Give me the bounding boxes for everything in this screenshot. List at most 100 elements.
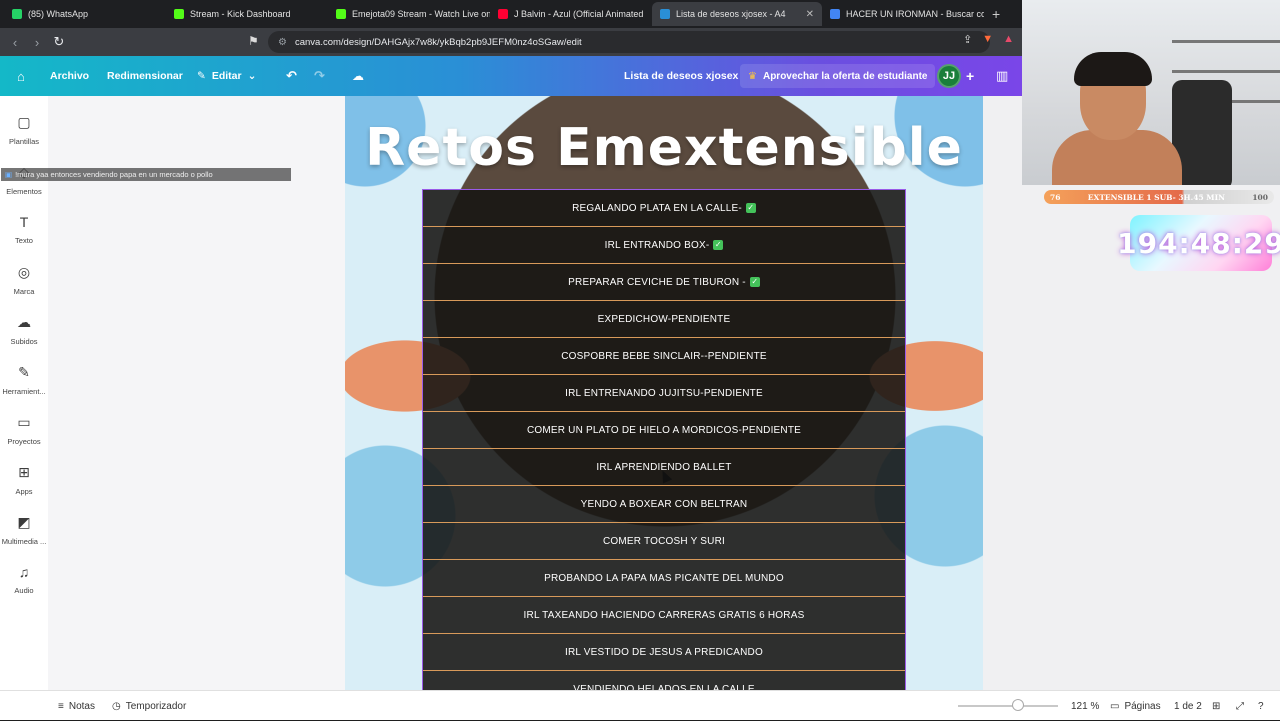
share-icon[interactable]: ⇪ — [963, 33, 972, 46]
tab-label: (85) WhatsApp — [28, 9, 89, 19]
file-menu-button[interactable]: Archivo — [50, 56, 89, 96]
home-icon[interactable]: ⌂ — [17, 56, 25, 96]
document-title[interactable]: Lista de deseos xjosex — [624, 56, 738, 96]
challenge-text: COMER UN PLATO DE HIELO A MORDICOS-PENDI… — [526, 424, 802, 436]
site-info-icon[interactable]: ⚙ — [278, 37, 287, 48]
edit-mode-button[interactable]: ✎ Editar ⌄ — [197, 56, 256, 96]
sidebar-icon: ♫ — [18, 564, 30, 580]
sidebar-item-label: Elementos — [6, 187, 42, 196]
sidebar-item-subidos[interactable]: ☁ Subidos — [0, 314, 48, 346]
sub-goal-current: 76 — [1050, 192, 1061, 202]
browser-tab[interactable]: (85) WhatsApp — [4, 2, 166, 26]
page-counter: 1 de 2 — [1174, 700, 1202, 712]
challenge-text: IRL TAXEANDO HACIENDO CARRERAS GRATIS 6 … — [523, 609, 805, 621]
challenge-text: COSPOBRE BEBE SINCLAIR--PENDIENTE — [561, 350, 767, 362]
bookmark-icon[interactable]: ⚑ — [248, 34, 259, 48]
user-avatar[interactable]: JJ — [937, 64, 961, 88]
challenge-row[interactable]: COMER UN PLATO DE HIELO A MORDICOS-PENDI… — [423, 412, 905, 449]
challenges-table[interactable]: REGALANDO PLATA EN LA CALLE- ✓ IRL ENTRAND… — [422, 189, 906, 690]
sidebar-item-plantillas[interactable]: ▢ Plantillas — [0, 114, 48, 146]
challenge-row[interactable]: IRL VESTIDO DE JESUS A PREDICANDO — [423, 634, 905, 671]
sidebar-item-herramient[interactable]: ✎ Herramient... — [0, 364, 48, 396]
browser-tab[interactable]: HACER UN IRONMAN - Buscar con G — [822, 2, 984, 26]
chevron-down-icon: ⌄ — [247, 70, 257, 82]
extension-icons: ⇪ ▼ ▲ — [963, 33, 1014, 46]
sidebar-item-proyectos[interactable]: ▭ Proyectos — [0, 414, 48, 446]
sidebar-item-apps[interactable]: ⊞ Apps — [0, 464, 48, 496]
design-page[interactable]: Retos Emextensible REGALANDO PLATA EN LA… — [345, 96, 983, 690]
student-offer-button[interactable]: ♛ Aprovechar la oferta de estudiante — [740, 64, 936, 88]
challenge-row[interactable]: IRL TAXEANDO HACIENDO CARRERAS GRATIS 6 … — [423, 597, 905, 634]
challenge-row[interactable]: YENDO A BOXEAR CON BELTRAN — [423, 486, 905, 523]
challenge-row[interactable]: PREPARAR CEVICHE DE TIBURON - ✓ — [423, 264, 905, 301]
add-collaborator-icon[interactable]: + — [966, 56, 974, 96]
sidebar-icon: ⊞ — [18, 464, 30, 480]
sidebar-item-label: Plantillas — [8, 137, 39, 146]
zoom-level[interactable]: 121 % — [1071, 691, 1099, 721]
pages-label: Páginas — [1124, 700, 1161, 712]
shelf — [1172, 40, 1280, 43]
tab-favicon-icon — [498, 9, 508, 19]
challenge-row[interactable]: IRL ENTRENANDO JUJITSU-PENDIENTE — [423, 375, 905, 412]
browser-tab[interactable]: Stream - Kick Dashboard — [166, 2, 328, 26]
tab-favicon-icon — [830, 9, 840, 19]
undo-icon[interactable]: ↶ — [286, 56, 297, 96]
tab-label: Emejota09 Stream - Watch Live on K — [352, 9, 490, 19]
sidebar-item-multimedia[interactable]: ◩ Multimedia ... — [0, 514, 48, 546]
challenge-row[interactable]: COMER TOCOSH Y SURI — [423, 523, 905, 560]
tab-label: Stream - Kick Dashboard — [190, 9, 291, 19]
forward-icon[interactable]: › — [26, 35, 48, 50]
side-panel — [48, 96, 345, 690]
sidebar-item-marca[interactable]: ◎ Marca — [0, 264, 48, 296]
timer-button[interactable]: ◷ Temporizador — [112, 691, 186, 721]
sub-goal-bar: 76 EXTENSIBLE 1 SUB- 3H.45 MIN 100 — [1044, 190, 1274, 204]
challenge-row[interactable]: VENDIENDO HELADOS EN LA CALLE — [423, 671, 905, 691]
tab-close-icon[interactable]: ✕ — [806, 9, 814, 20]
notes-label: Notas — [68, 700, 95, 712]
design-title[interactable]: Retos Emextensible — [345, 118, 983, 178]
challenge-text: PROBANDO LA PAPA MAS PICANTE DEL MUNDO — [544, 572, 784, 584]
url-field[interactable]: ⚙ canva.com/design/DAHGAjx7w8k/ykBqb2pb9… — [268, 31, 990, 53]
challenge-row[interactable]: PROBANDO LA PAPA MAS PICANTE DEL MUNDO — [423, 560, 905, 597]
insights-icon[interactable]: ▥ — [996, 56, 1008, 96]
cloud-save-icon[interactable]: ☁ — [352, 56, 364, 96]
bottom-bar: ≡ Notas ◷ Temporizador 121 % ▭ Páginas 1… — [0, 690, 1280, 720]
browser-tab[interactable]: Emejota09 Stream - Watch Live on K — [328, 2, 490, 26]
resize-button[interactable]: Redimensionar — [107, 56, 183, 96]
student-offer-label: Aprovechar la oferta de estudiante — [762, 70, 928, 82]
challenge-row[interactable]: COSPOBRE BEBE SINCLAIR--PENDIENTE — [423, 338, 905, 375]
tab-label: Lista de deseos xjosex - A4 — [676, 9, 786, 19]
pages-button[interactable]: ▭ Páginas — [1110, 691, 1161, 721]
webcam-feed — [1022, 0, 1280, 185]
zoom-slider-track[interactable] — [958, 705, 1058, 707]
challenge-text: YENDO A BOXEAR CON BELTRAN — [580, 498, 748, 510]
browser-tab[interactable]: Lista de deseos xjosex - A4 ✕ — [652, 2, 822, 26]
address-bar: ‹ › ↻ ⚑ ⚙ canva.com/design/DAHGAjx7w8k/y… — [0, 28, 1022, 56]
tab-favicon-icon — [174, 9, 184, 19]
sidebar-icon: T — [19, 214, 29, 230]
help-icon[interactable]: ? — [1258, 691, 1264, 721]
rewards-icon[interactable]: ▲ — [1003, 33, 1014, 46]
edit-mode-label: Editar — [211, 70, 242, 82]
sidebar-item-audio[interactable]: ♫ Audio — [0, 564, 48, 595]
back-icon[interactable]: ‹ — [4, 35, 26, 50]
brave-shield-icon[interactable]: ▼ — [982, 33, 993, 46]
redo-icon[interactable]: ↷ — [314, 56, 325, 96]
fullscreen-icon[interactable]: ⤢ — [1236, 691, 1244, 721]
sidebar-item-label: Proyectos — [7, 437, 41, 446]
new-tab-icon[interactable]: + — [984, 6, 1008, 22]
grid-view-icon[interactable]: ⊞ — [1212, 691, 1220, 721]
sidebar-icon: ▢ — [17, 114, 31, 130]
challenge-text: IRL ENTRANDO BOX- — [604, 239, 710, 251]
check-mark-icon: ✓ — [745, 203, 756, 213]
challenge-row[interactable]: IRL ENTRANDO BOX- ✓ — [423, 227, 905, 264]
zoom-slider-handle[interactable] — [1012, 699, 1024, 711]
browser-tab[interactable]: J Balvin - Azul (Official Animated — [490, 2, 652, 26]
reload-icon[interactable]: ↻ — [48, 34, 70, 50]
canva-header: ⌂ Archivo Redimensionar ✎ Editar ⌄ ↶ ↷ ☁… — [0, 56, 1022, 96]
challenge-row[interactable]: REGALANDO PLATA EN LA CALLE- ✓ — [423, 190, 905, 227]
challenge-row[interactable]: EXPEDICHOW-PENDIENTE — [423, 301, 905, 338]
sidebar-item-texto[interactable]: T Texto — [0, 214, 48, 245]
left-sidebar: ▢Plantillas◇ElementosTTexto◎Marca☁Subido… — [0, 96, 48, 690]
notes-button[interactable]: ≡ Notas — [58, 691, 95, 721]
